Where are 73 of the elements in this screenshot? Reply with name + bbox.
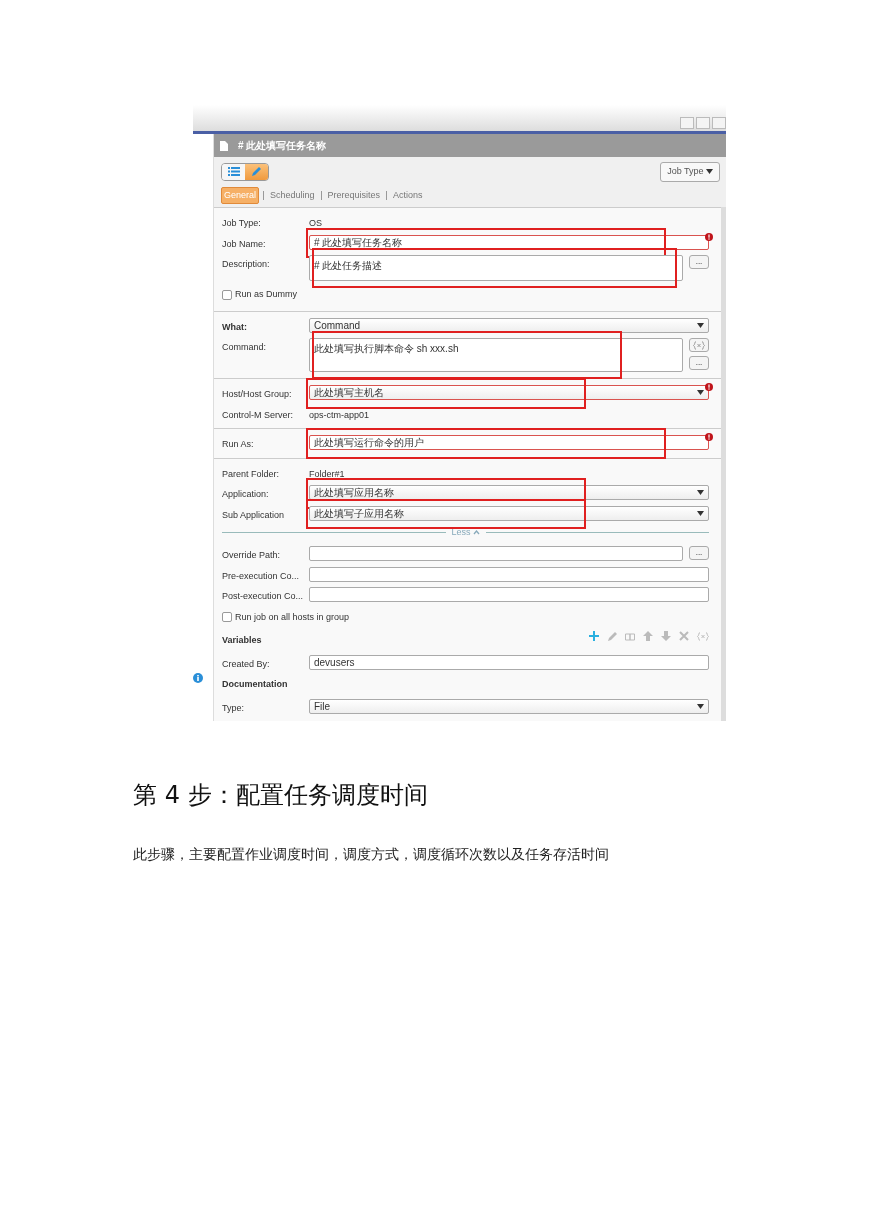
field-value: OS xyxy=(309,217,322,230)
caret-down-icon xyxy=(706,169,713,175)
field-label: Parent Folder: xyxy=(222,467,281,481)
field-label: Job Name: xyxy=(222,237,267,251)
input-field[interactable] xyxy=(309,566,709,582)
field-label: Host/Host Group: xyxy=(222,388,293,401)
text-area[interactable]: 此处填写执行脚本命令 sh xxx.sh xyxy=(309,338,683,372)
tab-divider xyxy=(320,190,322,200)
input-field[interactable] xyxy=(309,546,683,561)
field-label: Job Type: xyxy=(222,217,262,230)
tab[interactable]: Prerequisites xyxy=(325,187,383,203)
tab-divider xyxy=(386,190,388,200)
field-value: Folder#1 xyxy=(309,467,345,481)
caret-down-icon xyxy=(697,510,704,516)
dropdown-value: 此处填写主机名 xyxy=(314,386,384,400)
dropdown[interactable]: 此处填写子应用名称 xyxy=(309,505,709,521)
dropdown[interactable]: File xyxy=(309,698,709,714)
dropdown-value: Command xyxy=(314,318,361,333)
dropdown-button[interactable] xyxy=(712,117,726,129)
view-toggle-button[interactable] xyxy=(245,163,268,180)
dropdown[interactable]: 此处填写应用名称 xyxy=(309,485,709,500)
checkbox[interactable] xyxy=(222,289,232,300)
dropdown[interactable]: 此处填写主机名 xyxy=(309,385,709,400)
browse-button[interactable]: ... xyxy=(689,356,709,370)
input-field[interactable] xyxy=(309,587,709,602)
pencil-icon xyxy=(251,166,262,178)
text-area[interactable]: # 此处任务描述 xyxy=(309,255,683,281)
browse-button[interactable]: ... xyxy=(689,546,709,560)
view-toggle-button[interactable] xyxy=(222,163,245,180)
checkbox-label: Run as Dummy xyxy=(235,288,297,301)
dropdown[interactable]: Command xyxy=(309,317,709,333)
input-field[interactable]: 此处填写运行命令的用户 xyxy=(309,435,709,450)
list-icon xyxy=(227,167,240,177)
field-label: Application: xyxy=(222,488,270,501)
next-button[interactable] xyxy=(696,117,710,129)
caret-down-icon xyxy=(697,703,704,709)
tab-divider xyxy=(263,190,265,200)
field-label: Command: xyxy=(222,341,267,354)
variable-button[interactable] xyxy=(689,338,709,352)
step-description: 此步骤，主要配置作业调度时间，调度方式，调度循环次数以及任务存活时间 xyxy=(133,844,610,864)
dropdown-value: File xyxy=(314,699,331,714)
variable-icon xyxy=(693,340,705,350)
field-label: Type: xyxy=(222,701,245,715)
input-field[interactable]: devusers xyxy=(309,654,709,670)
field-label: Description: xyxy=(222,258,271,271)
chevron-up-icon xyxy=(472,530,480,536)
field-label: Override Path: xyxy=(222,549,282,562)
field-value: ops-ctm-app01 xyxy=(309,408,370,422)
caret-down-icon xyxy=(697,490,704,495)
field-label: Post-execution Co... xyxy=(222,590,305,603)
field-label: Created By: xyxy=(222,657,271,671)
browse-button[interactable]: ... xyxy=(689,255,709,269)
field-label: Pre-execution Co... xyxy=(222,569,301,583)
previous-button[interactable] xyxy=(680,117,694,129)
field-label: Control-M Server: xyxy=(222,408,294,422)
document-icon xyxy=(220,140,228,151)
dropdown-value: 此处填写子应用名称 xyxy=(314,506,404,521)
dropdown-value: 此处填写应用名称 xyxy=(314,486,394,500)
plus-icon[interactable] xyxy=(589,631,599,641)
tab[interactable]: Actions xyxy=(391,187,425,203)
checkbox-label: Run job on all hosts in group xyxy=(235,610,350,624)
section-heading: Variables xyxy=(222,634,262,647)
job-type-dropdown[interactable]: Job Type xyxy=(660,162,720,182)
caret-down-icon xyxy=(697,390,704,395)
field-label: What: xyxy=(222,320,248,334)
step-heading: 第 4 步：配置任务调度时间 xyxy=(133,781,429,810)
section-heading: Documentation xyxy=(222,678,288,691)
checkbox[interactable] xyxy=(222,612,232,623)
tab[interactable]: Scheduling xyxy=(268,187,317,203)
caret-down-icon xyxy=(697,322,704,328)
editor-title: # 此处填写任务名称 xyxy=(238,139,327,153)
field-label: Sub Application xyxy=(222,508,286,522)
field-label: Run As: xyxy=(222,438,255,451)
